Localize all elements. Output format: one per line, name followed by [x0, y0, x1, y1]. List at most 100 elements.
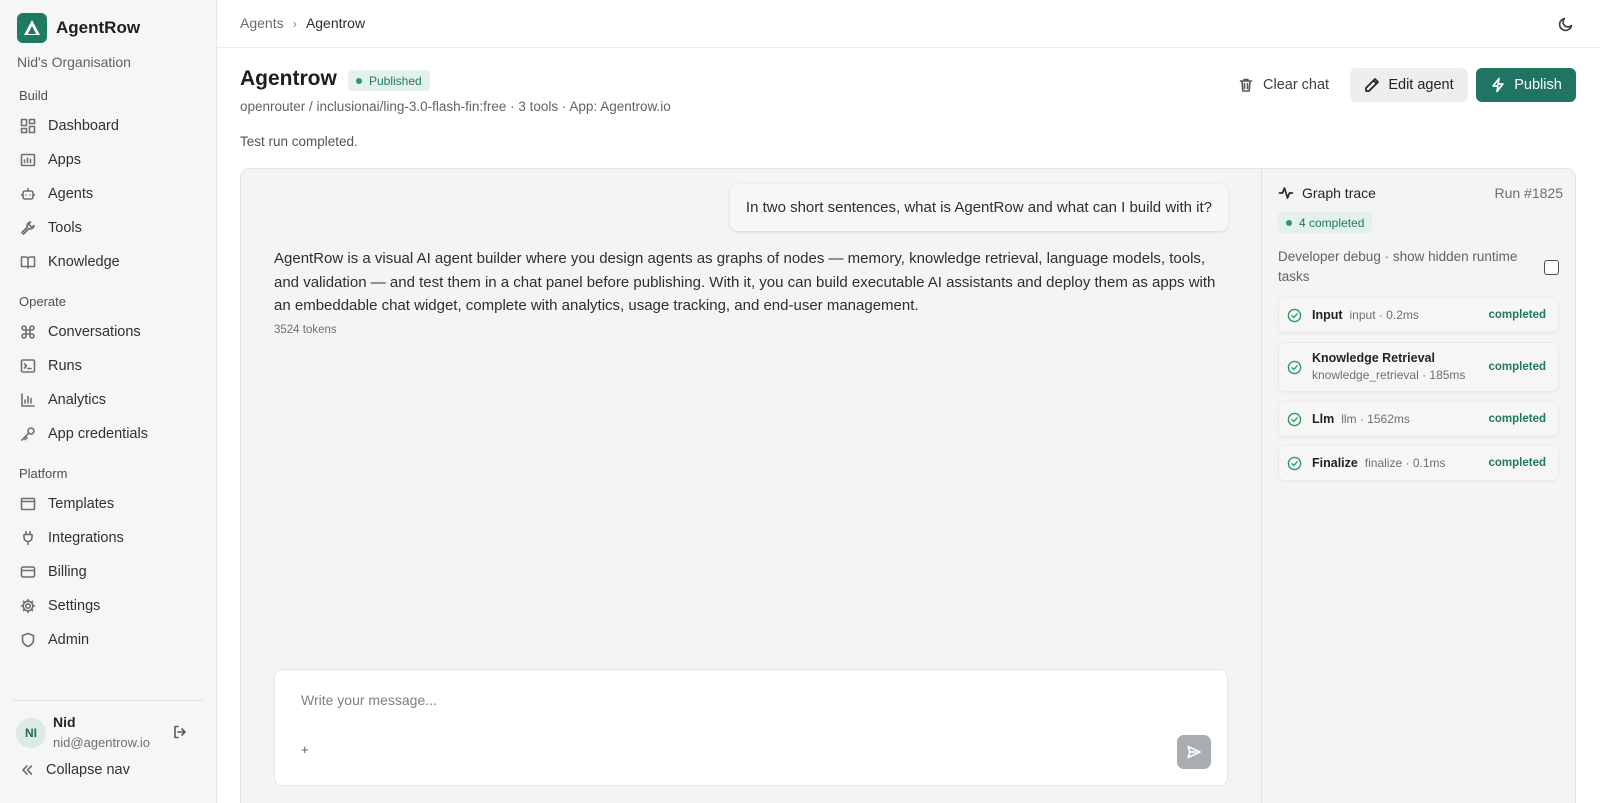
- graph-trace-panel: Graph trace Run #1825 4 completed Develo…: [1261, 169, 1575, 803]
- nav-item-integrations[interactable]: Integrations: [19, 524, 124, 552]
- logout-button[interactable]: [170, 722, 190, 742]
- org-name[interactable]: Nid's Organisation: [17, 54, 131, 70]
- activity-icon: [1278, 187, 1294, 199]
- developer-debug-checkbox[interactable]: [1544, 260, 1559, 275]
- page-title: Agentrow: [240, 67, 337, 90]
- trash-icon: [1239, 78, 1253, 92]
- collapse-nav-label: Collapse nav: [46, 762, 130, 778]
- trace-node-title: Finalize: [1312, 456, 1358, 470]
- nav-section-operate: Operate: [19, 294, 66, 309]
- trace-node-title: Knowledge Retrieval: [1312, 351, 1435, 365]
- topbar: Agents › Agentrow: [217, 0, 1600, 48]
- nav-item-knowledge[interactable]: Knowledge: [19, 248, 120, 276]
- nav-item-label: Billing: [48, 564, 87, 580]
- nav-item-label: Integrations: [48, 530, 124, 546]
- nav-item-billing[interactable]: Billing: [19, 558, 87, 586]
- collapse-nav-button[interactable]: Collapse nav: [19, 762, 130, 778]
- nav-item-label: App credentials: [48, 426, 148, 442]
- pencil-icon: [1365, 78, 1380, 92]
- graph-trace-label: Graph trace: [1302, 185, 1376, 201]
- nav-item-analytics[interactable]: Analytics: [19, 386, 106, 414]
- chevrons-left-icon: [22, 765, 33, 775]
- publish-button[interactable]: Publish: [1476, 68, 1576, 102]
- moon-icon: [1558, 17, 1573, 32]
- nav-item-label: Templates: [48, 496, 115, 512]
- sidebar-divider: [12, 700, 204, 701]
- bar-chart-icon: [19, 391, 37, 409]
- send-button[interactable]: [1177, 735, 1211, 769]
- nav-item-label: Agents: [48, 186, 94, 202]
- nav-item-label: Admin: [48, 632, 90, 648]
- avatar[interactable]: NI: [16, 718, 46, 748]
- user-message: In two short sentences, what is AgentRow…: [729, 184, 1228, 231]
- nav-item-tools[interactable]: Tools: [19, 214, 82, 242]
- check-circle-icon: [1287, 308, 1302, 323]
- breadcrumb: Agents › Agentrow: [240, 15, 365, 31]
- logout-icon: [174, 725, 186, 739]
- brand[interactable]: AgentRow: [17, 13, 140, 43]
- trace-node-status: completed: [1488, 361, 1546, 373]
- terminal-icon: [19, 357, 37, 375]
- breadcrumb-agents[interactable]: Agents: [240, 15, 284, 31]
- lightning-icon: [1492, 77, 1505, 93]
- nav-item-settings[interactable]: Settings: [19, 592, 100, 620]
- nav-item-agents[interactable]: Agents: [19, 180, 93, 208]
- plug-icon: [19, 529, 37, 547]
- gear-icon: [19, 597, 37, 615]
- book-icon: [19, 253, 37, 271]
- edit-agent-button[interactable]: Edit agent: [1350, 68, 1468, 102]
- nav-item-dashboard[interactable]: Dashboard: [19, 112, 119, 140]
- status-badge-label: Published: [369, 73, 422, 88]
- trace-node-title: Input: [1312, 308, 1343, 322]
- agent-meta: openrouter / inclusionai/ling-3.0-flash-…: [240, 99, 671, 114]
- trace-node-llm[interactable]: Llm llm · 1562ms completed: [1278, 401, 1559, 437]
- nav-section-build: Build: [19, 88, 48, 103]
- send-icon: [1187, 745, 1201, 759]
- clear-chat-button[interactable]: Clear chat: [1232, 69, 1335, 101]
- chevron-right-icon: ›: [292, 15, 297, 31]
- nav-item-label: Apps: [48, 152, 82, 168]
- add-attachment-button[interactable]: +: [301, 742, 309, 757]
- run-id[interactable]: Run #1825: [1494, 185, 1563, 201]
- edit-agent-label: Edit agent: [1388, 77, 1454, 93]
- trace-node-title: Llm: [1312, 412, 1335, 426]
- check-circle-icon: [1287, 456, 1302, 471]
- nav-item-label: Settings: [48, 598, 101, 614]
- agentrow-logo-icon: [17, 13, 47, 43]
- trace-node-status: completed: [1488, 309, 1546, 321]
- nav-item-admin[interactable]: Admin: [19, 626, 89, 654]
- nav-item-label: Runs: [48, 358, 82, 374]
- sidebar: AgentRow Nid's Organisation Build Dashbo…: [0, 0, 217, 803]
- trace-node-finalize[interactable]: Finalize finalize · 0.1ms completed: [1278, 445, 1559, 481]
- command-icon: [19, 323, 37, 341]
- nav-item-label: Analytics: [48, 392, 107, 408]
- key-icon: [19, 425, 37, 443]
- message-input[interactable]: [301, 692, 1181, 708]
- tools-icon: [19, 219, 37, 237]
- trace-node-knowledge-retrieval[interactable]: Knowledge Retrieval knowledge_retrieval …: [1278, 342, 1559, 392]
- nav-item-apps[interactable]: Apps: [19, 146, 81, 174]
- token-count: 3524 tokens: [274, 324, 337, 336]
- graph-trace-title: Graph trace: [1278, 185, 1376, 201]
- nav-item-runs[interactable]: Runs: [19, 352, 82, 380]
- nav-item-label: Knowledge: [48, 254, 120, 270]
- trace-node-name: Input input · 0.2ms: [1312, 308, 1419, 322]
- apps-icon: [19, 151, 37, 169]
- theme-toggle-button[interactable]: [1556, 14, 1576, 34]
- clear-chat-label: Clear chat: [1263, 77, 1330, 93]
- publish-label: Publish: [1514, 77, 1562, 93]
- nav-section-platform: Platform: [19, 466, 68, 481]
- nav-item-app-credentials[interactable]: App credentials: [19, 420, 148, 448]
- nav-item-conversations[interactable]: Conversations: [19, 318, 141, 346]
- trace-node-status: completed: [1488, 457, 1546, 469]
- check-circle-icon: [1287, 412, 1302, 427]
- user-email: nid@agentrow.io: [53, 735, 151, 750]
- run-status-text: Test run completed.: [240, 134, 358, 149]
- developer-debug-label: Developer debug · show hidden runtime ta…: [1278, 249, 1518, 284]
- nav-item-templates[interactable]: Templates: [19, 490, 114, 518]
- trace-node-input[interactable]: Input input · 0.2ms completed: [1278, 297, 1559, 333]
- brand-name: AgentRow: [56, 18, 141, 37]
- nav-item-label: Dashboard: [48, 118, 119, 134]
- trace-node-info: input · 0.2ms: [1349, 308, 1419, 322]
- test-panel: In two short sentences, what is AgentRow…: [240, 168, 1576, 803]
